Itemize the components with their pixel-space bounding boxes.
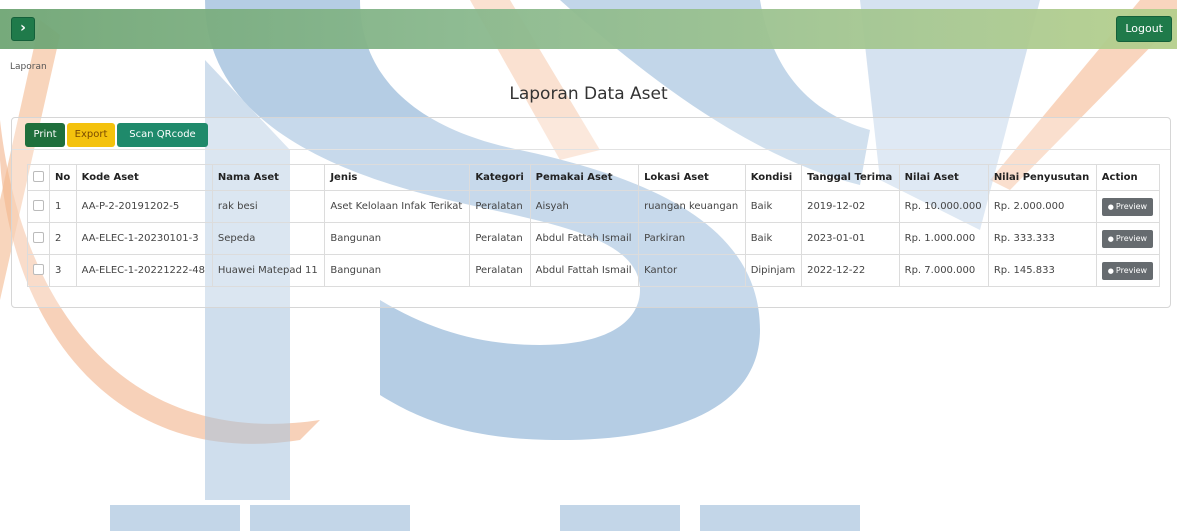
page-title: Laporan Data Aset bbox=[509, 84, 668, 104]
header-kondisi[interactable]: Kondisi bbox=[744, 164, 803, 191]
asset-table: No Kode Aset Nama Aset Jenis Kategori Pe… bbox=[27, 164, 1161, 287]
cell-nama-aset: rak besi bbox=[211, 190, 326, 223]
header-jenis[interactable]: Jenis bbox=[324, 164, 471, 191]
header-action: Action bbox=[1095, 164, 1161, 191]
cell-nilai-penyusutan: Rp. 2.000.000 bbox=[987, 190, 1097, 223]
header-kategori[interactable]: Kategori bbox=[469, 164, 531, 191]
cell-nilai-aset: Rp. 7.000.000 bbox=[898, 254, 989, 287]
cell-lokasi-aset: ruangan keuangan bbox=[638, 190, 746, 223]
header-no[interactable]: No bbox=[49, 164, 77, 191]
cell-kategori: Peralatan bbox=[469, 254, 531, 287]
cell-nilai-aset: Rp. 10.000.000 bbox=[898, 190, 989, 223]
preview-label: Preview bbox=[1115, 265, 1148, 275]
export-button[interactable]: Export bbox=[67, 123, 115, 147]
eye-icon: ● bbox=[1107, 234, 1114, 243]
table-header-row: No Kode Aset Nama Aset Jenis Kategori Pe… bbox=[27, 164, 1161, 191]
header-tanggal-terima[interactable]: Tanggal Terima bbox=[801, 164, 900, 191]
cell-nama-aset: Sepeda bbox=[211, 222, 326, 255]
header-nama-aset[interactable]: Nama Aset bbox=[211, 164, 326, 191]
eye-icon: ● bbox=[1107, 202, 1114, 211]
header-lokasi-aset[interactable]: Lokasi Aset bbox=[638, 164, 746, 191]
table-row: 3 AA-ELEC-1-20221222-48 Huawei Matepad 1… bbox=[27, 254, 1161, 287]
preview-button[interactable]: ● Preview bbox=[1101, 229, 1154, 248]
cell-jenis: Bangunan bbox=[324, 254, 471, 287]
cell-no: 1 bbox=[49, 190, 77, 223]
scan-qrcode-button[interactable]: Scan QRcode bbox=[117, 123, 208, 147]
cell-pemakai-aset: Abdul Fattah Ismail bbox=[529, 222, 640, 255]
cell-pemakai-aset: Abdul Fattah Ismail bbox=[529, 254, 640, 287]
cell-nama-aset: Huawei Matepad 11 bbox=[211, 254, 326, 287]
table-row: 2 AA-ELEC-1-20230101-3 Sepeda Bangunan P… bbox=[27, 222, 1161, 255]
cell-jenis: Aset Kelolaan Infak Terikat bbox=[324, 190, 471, 223]
cell-kondisi: Dipinjam bbox=[744, 254, 803, 287]
logout-button[interactable]: Logout bbox=[1116, 16, 1172, 42]
row-checkbox[interactable] bbox=[33, 199, 44, 211]
cell-kode-aset: AA-P-2-20191202-5 bbox=[75, 190, 213, 223]
row-checkbox[interactable] bbox=[33, 231, 44, 243]
select-all-checkbox-cell[interactable] bbox=[27, 164, 50, 191]
cell-no: 2 bbox=[49, 222, 77, 255]
top-navbar bbox=[0, 9, 1177, 49]
header-nilai-aset[interactable]: Nilai Aset bbox=[898, 164, 989, 191]
cell-lokasi-aset: Parkiran bbox=[638, 222, 746, 255]
cell-pemakai-aset: Aisyah bbox=[529, 190, 640, 223]
eye-icon: ● bbox=[1107, 266, 1114, 275]
cell-tanggal-terima: 2023-01-01 bbox=[801, 222, 900, 255]
cell-kode-aset: AA-ELEC-1-20230101-3 bbox=[75, 222, 213, 255]
header-pemakai-aset[interactable]: Pemakai Aset bbox=[529, 164, 640, 191]
cell-tanggal-terima: 2022-12-22 bbox=[801, 254, 900, 287]
table-row: 1 AA-P-2-20191202-5 rak besi Aset Kelola… bbox=[27, 190, 1161, 223]
preview-label: Preview bbox=[1115, 233, 1148, 243]
cell-kondisi: Baik bbox=[744, 190, 803, 223]
cell-kategori: Peralatan bbox=[469, 222, 531, 255]
header-nilai-penyusutan[interactable]: Nilai Penyusutan bbox=[987, 164, 1097, 191]
cell-nilai-penyusutan: Rp. 333.333 bbox=[987, 222, 1097, 255]
preview-button[interactable]: ● Preview bbox=[1101, 261, 1154, 280]
row-checkbox[interactable] bbox=[33, 263, 44, 275]
chevron-right-icon: › bbox=[20, 20, 26, 36]
header-kode-aset[interactable]: Kode Aset bbox=[75, 164, 213, 191]
cell-kode-aset: AA-ELEC-1-20221222-48 bbox=[75, 254, 213, 287]
cell-lokasi-aset: Kantor bbox=[638, 254, 746, 287]
cell-nilai-penyusutan: Rp. 145.833 bbox=[987, 254, 1097, 287]
cell-kategori: Peralatan bbox=[469, 190, 531, 223]
breadcrumb: Laporan bbox=[10, 62, 47, 72]
cell-tanggal-terima: 2019-12-02 bbox=[801, 190, 900, 223]
print-button[interactable]: Print bbox=[25, 123, 65, 147]
preview-label: Preview bbox=[1115, 201, 1148, 211]
cell-jenis: Bangunan bbox=[324, 222, 471, 255]
cell-nilai-aset: Rp. 1.000.000 bbox=[898, 222, 989, 255]
select-all-checkbox[interactable] bbox=[33, 170, 44, 182]
preview-button[interactable]: ● Preview bbox=[1101, 197, 1154, 216]
cell-kondisi: Baik bbox=[744, 222, 803, 255]
cell-no: 3 bbox=[49, 254, 77, 287]
sidebar-toggle-button[interactable]: › bbox=[11, 17, 35, 41]
